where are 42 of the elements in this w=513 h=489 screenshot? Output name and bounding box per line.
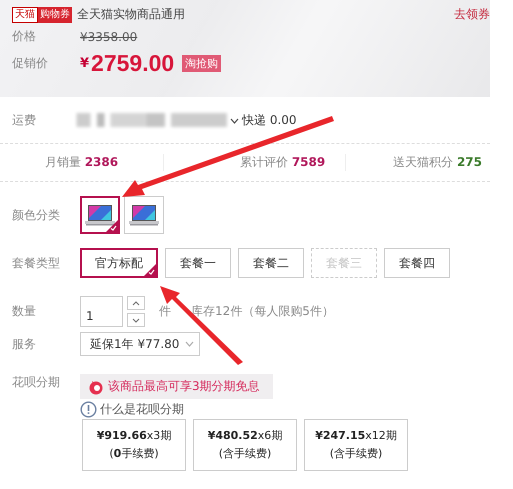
installment-label: 花呗分期	[12, 374, 61, 391]
caret-up-icon	[132, 300, 140, 306]
interest-free-banner: 该商品最高可享3期分期免息	[80, 374, 273, 399]
original-price: ¥3358.00	[80, 30, 138, 44]
promo-price: 2759.00	[91, 50, 174, 77]
color-option[interactable]	[80, 196, 120, 234]
quantity-field[interactable]: 1	[80, 296, 123, 327]
chevron-down-icon[interactable]	[230, 118, 239, 124]
package-option[interactable]: 官方标配	[80, 248, 158, 278]
stat-text: 累计评价 7589	[240, 155, 326, 169]
caret-down-icon	[132, 318, 140, 322]
price-label: 价格	[12, 28, 37, 45]
shipping-label: 运费	[12, 112, 37, 128]
currency-symbol: ¥	[80, 56, 90, 71]
installment-option[interactable]: ¥919.66x3期 (0手续费)	[82, 419, 186, 471]
increase-button[interactable]	[127, 296, 145, 310]
check-icon	[144, 264, 156, 276]
get-coupon-link[interactable]: 去领券	[454, 6, 490, 23]
package-option[interactable]: 套餐二	[238, 248, 304, 278]
color-label: 颜色分类	[12, 206, 61, 224]
flash-sale-tag: 淘抢购	[182, 55, 222, 72]
service-dropdown[interactable]: 延保1年 ¥77.80	[80, 332, 200, 356]
package-option[interactable]: 套餐一	[165, 248, 231, 278]
installment-option[interactable]: ¥480.52x6期 (含手续费)	[193, 419, 297, 471]
service-label: 服务	[12, 336, 37, 352]
package-option[interactable]: 套餐四	[384, 248, 450, 278]
info-icon	[80, 400, 97, 418]
coupon-badge: 购物券	[38, 6, 72, 22]
coupon-text: 全天猫实物商品通用	[77, 6, 185, 23]
check-icon	[106, 220, 118, 232]
promo-price-label: 促销价	[12, 55, 49, 72]
stat-text: 送天猫积分 275	[393, 155, 482, 169]
package-label: 套餐类型	[12, 254, 61, 272]
brand-badge: 天猫	[12, 6, 38, 22]
shipping-method: 快递 0.00	[242, 112, 297, 128]
quantity-label: 数量	[12, 303, 37, 320]
stat-text: 月销量 2386	[44, 155, 118, 169]
help-link[interactable]: 什么是花呗分期	[100, 400, 184, 418]
quantity-unit: 件	[159, 303, 171, 320]
decrease-button[interactable]	[127, 313, 145, 327]
chevron-down-icon	[185, 341, 194, 347]
installment-option[interactable]: ¥247.15x12期 (含手续费)	[304, 419, 408, 471]
